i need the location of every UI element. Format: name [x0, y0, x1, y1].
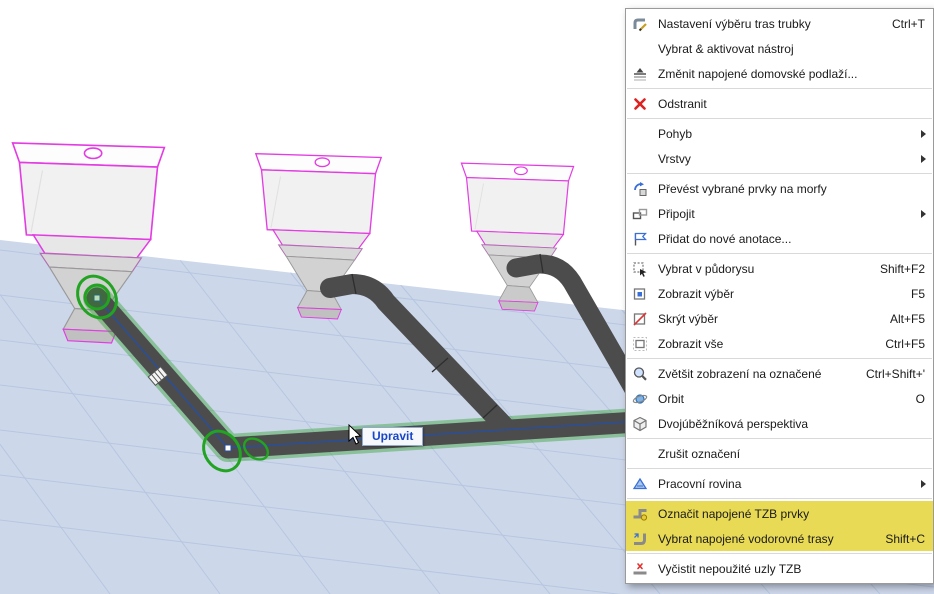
- menu-item-show-all[interactable]: Zobrazit vše Ctrl+F5: [626, 331, 933, 356]
- work-plane-icon: [630, 476, 650, 492]
- zoom-selection-icon: [630, 366, 650, 382]
- menu-item-label: Dvojúběžníková perspektiva: [658, 416, 809, 431]
- menu-item-shortcut: Ctrl+T: [892, 16, 925, 31]
- menu-item-orbit[interactable]: Orbit O: [626, 386, 933, 411]
- menu-item-shortcut: Shift+C: [885, 531, 925, 546]
- menu-item-select-connected-routes[interactable]: Vybrat napojené vodorovné trasy Shift+C: [626, 526, 933, 551]
- menu-item-add-to-annotation[interactable]: Přidat do nové anotace...: [626, 226, 933, 251]
- mep-elements-icon: [630, 506, 650, 522]
- connect-icon: [630, 206, 650, 222]
- menu-item-label: Zrušit označení: [658, 446, 741, 461]
- menu-item-label: Vybrat napojené vodorovné trasy: [658, 531, 834, 546]
- menu-item-label: Odstranit: [658, 96, 707, 111]
- menu-item-shortcut: F5: [910, 286, 925, 301]
- menu-item-clean-unused-mep-nodes[interactable]: Vyčistit nepoužité uzly TZB: [626, 556, 933, 581]
- menu-item-label: Vyčistit nepoužité uzly TZB: [658, 561, 802, 576]
- menu-separator: [627, 438, 932, 439]
- menu-separator: [627, 468, 932, 469]
- menu-item-label: Zobrazit vše: [658, 336, 724, 351]
- perspective-icon: [630, 416, 650, 432]
- select-floorplan-icon: [630, 261, 650, 277]
- orbit-icon: [630, 391, 650, 407]
- menu-separator: [627, 118, 932, 119]
- menu-separator: [627, 88, 932, 89]
- menu-separator: [627, 498, 932, 499]
- menu-item-label: Skrýt výběr: [658, 311, 719, 326]
- pipe-settings-icon: [630, 16, 650, 32]
- menu-item-shortcut: Shift+F2: [879, 261, 925, 276]
- menu-item-label: Označit napojené TZB prvky: [658, 506, 810, 521]
- submenu-arrow-icon: [921, 154, 926, 163]
- morph-icon: [630, 181, 650, 197]
- menu-item-delete[interactable]: Odstranit: [626, 91, 933, 116]
- hide-selection-icon: [630, 311, 650, 327]
- menu-item-select-activate-tool[interactable]: Vybrat & aktivovat nástroj: [626, 36, 933, 61]
- submenu-arrow-icon: [921, 479, 926, 488]
- menu-item-shortcut: Ctrl+F5: [885, 336, 925, 351]
- menu-separator: [627, 173, 932, 174]
- menu-item-label: Vybrat v půdorysu: [658, 261, 755, 276]
- menu-item-convert-to-morph[interactable]: Převést vybrané prvky na morfy: [626, 176, 933, 201]
- menu-item-deselect-all[interactable]: Zrušit označení: [626, 441, 933, 466]
- menu-item-editing-plane[interactable]: Pracovní rovina: [626, 471, 933, 496]
- menu-item-label: Nastavení výběru tras trubky: [658, 16, 811, 31]
- menu-item-label: Změnit napojené domovské podlaží...: [658, 66, 858, 81]
- menu-item-hide-selection[interactable]: Skrýt výběr Alt+F5: [626, 306, 933, 331]
- context-menu: Nastavení výběru tras trubky Ctrl+T Vybr…: [625, 8, 934, 584]
- menu-item-label: Vrstvy: [658, 151, 691, 166]
- menu-item-pipe-routing-settings[interactable]: Nastavení výběru tras trubky Ctrl+T: [626, 11, 933, 36]
- mep-routes-icon: [630, 531, 650, 547]
- home-story-icon: [630, 66, 650, 82]
- menu-item-two-point-perspective[interactable]: Dvojúběžníková perspektiva: [626, 411, 933, 436]
- menu-item-label: Pohyb: [658, 126, 693, 141]
- submenu-arrow-icon: [921, 129, 926, 138]
- menu-item-connect[interactable]: Připojit: [626, 201, 933, 226]
- menu-separator: [627, 253, 932, 254]
- menu-item-label: Přidat do nové anotace...: [658, 231, 792, 246]
- menu-item-highlight-connected-mep[interactable]: Označit napojené TZB prvky: [626, 501, 933, 526]
- menu-separator: [627, 358, 932, 359]
- show-selection-icon: [630, 286, 650, 302]
- menu-item-show-selection[interactable]: Zobrazit výběr F5: [626, 281, 933, 306]
- delete-icon: [630, 96, 650, 112]
- menu-item-label: Převést vybrané prvky na morfy: [658, 181, 827, 196]
- menu-item-shortcut: O: [915, 391, 925, 406]
- menu-item-move[interactable]: Pohyb: [626, 121, 933, 146]
- menu-item-zoom-to-selection[interactable]: Zvětšit zobrazení na označené Ctrl+Shift…: [626, 361, 933, 386]
- menu-item-label: Připojit: [658, 206, 695, 221]
- menu-item-select-on-floorplan[interactable]: Vybrat v půdorysu Shift+F2: [626, 256, 933, 281]
- app-canvas: Upravit Nastavení výběru tras trubky Ctr…: [0, 0, 934, 594]
- edit-tag[interactable]: Upravit: [362, 427, 424, 446]
- menu-item-label: Zobrazit výběr: [658, 286, 735, 301]
- menu-item-label: Zvětšit zobrazení na označené: [658, 366, 822, 381]
- toilet-3[interactable]: [460, 162, 575, 312]
- menu-item-layers[interactable]: Vrstvy: [626, 146, 933, 171]
- menu-item-label: Orbit: [658, 391, 685, 406]
- menu-item-label: Pracovní rovina: [658, 476, 742, 491]
- menu-item-shortcut: Ctrl+Shift+': [866, 366, 925, 381]
- menu-item-shortcut: Alt+F5: [889, 311, 925, 326]
- clean-nodes-icon: [630, 561, 650, 577]
- menu-separator: [627, 553, 932, 554]
- submenu-arrow-icon: [921, 209, 926, 218]
- menu-item-label: Vybrat & aktivovat nástroj: [658, 41, 794, 56]
- show-all-icon: [630, 336, 650, 352]
- menu-item-change-home-story[interactable]: Změnit napojené domovské podlaží...: [626, 61, 933, 86]
- annotation-icon: [630, 231, 650, 247]
